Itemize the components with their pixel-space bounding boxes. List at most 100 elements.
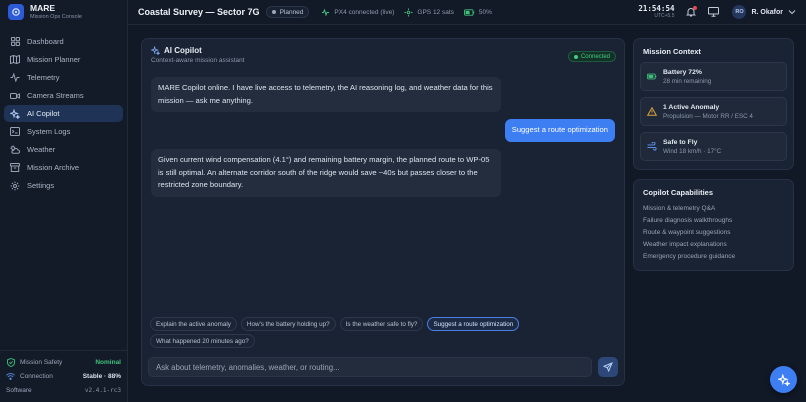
- context-item-subtitle: Propulsion — Motor RR / ESC 4: [663, 112, 753, 120]
- gps-status: GPS 12 sats: [404, 8, 454, 17]
- sidebar-item-label: Telemetry: [27, 73, 60, 82]
- mission-safety-row: Mission Safety Nominal: [6, 355, 121, 369]
- warning-icon: [647, 107, 657, 117]
- sidebar-footer: Mission Safety Nominal Connection Stable…: [0, 350, 127, 402]
- notifications-button[interactable]: [684, 5, 698, 19]
- suggestion-chip[interactable]: What happened 20 minutes ago?: [150, 334, 255, 348]
- capability-item: Mission & telemetry Q&A: [643, 205, 716, 212]
- terminal-icon: [10, 127, 20, 137]
- main-area: Coastal Survey — Sector 7G Planned PX4 c…: [128, 0, 806, 402]
- sidebar-nav: Dashboard Mission Planner Telemetry Came…: [0, 33, 127, 195]
- chat-subtitle: Context-aware mission assistant: [151, 57, 245, 64]
- chat-header: AI Copilot Context-aware mission assista…: [151, 46, 245, 64]
- connection-status-text: Connected: [580, 53, 610, 60]
- sidebar-item-system-logs[interactable]: System Logs: [4, 123, 123, 140]
- clock-time: 21:54:54: [638, 3, 675, 13]
- clock: 21:54:54 UTC+5.5: [638, 3, 675, 20]
- mission-safety-label: Mission Safety: [20, 358, 63, 366]
- send-button[interactable]: [598, 357, 618, 377]
- sidebar-item-label: System Logs: [27, 127, 71, 136]
- sidebar-item-label: Camera Streams: [27, 91, 84, 100]
- chat-input[interactable]: [148, 357, 592, 377]
- status-dot: [271, 10, 276, 14]
- suggestion-chip-selected[interactable]: Suggest a route optimization: [427, 317, 520, 331]
- context-item-anomaly[interactable]: 1 Active Anomaly Propulsion — Motor RR /…: [640, 97, 787, 126]
- px4-status: PX4 connected (live): [321, 7, 395, 17]
- link-icon: [321, 7, 330, 17]
- pulse-icon: [10, 73, 20, 83]
- suggestion-chips-row-2: What happened 20 minutes ago?: [150, 334, 259, 348]
- notification-dot: [693, 6, 698, 10]
- connection-row: Connection Stable · 88%: [6, 369, 121, 383]
- mission-context-panel: Mission Context Battery 72% 28 min remai…: [633, 38, 794, 170]
- context-item-battery[interactable]: Battery 72% 28 min remaining: [640, 62, 787, 91]
- connection-label: Connection: [20, 372, 53, 380]
- wifi-icon: [6, 372, 15, 381]
- sparkles-icon: [151, 46, 160, 55]
- send-icon: [603, 362, 613, 372]
- sparkles-icon: [777, 373, 790, 386]
- mission-title: Coastal Survey — Sector 7G: [138, 7, 260, 17]
- px4-status-text: PX4 connected (live): [334, 8, 395, 16]
- app-root: MARE Mission Ops Console Dashboard Missi…: [0, 0, 806, 402]
- sidebar-item-ai-copilot[interactable]: AI Copilot: [4, 105, 123, 122]
- software-version: v2.4.1-rc3: [84, 386, 121, 394]
- context-item-weather[interactable]: Safe to Fly Wind 18 km/h · 17°C: [640, 132, 787, 161]
- brand[interactable]: MARE Mission Ops Console: [0, 0, 127, 24]
- brand-title: MARE: [30, 3, 56, 13]
- copilot-capabilities-panel: Copilot Capabilities Mission & telemetry…: [633, 179, 794, 271]
- user-message: Suggest a route optimization: [504, 119, 615, 142]
- suggestion-chip[interactable]: Explain the active anomaly: [150, 317, 237, 331]
- sidebar-item-camera-streams[interactable]: Camera Streams: [4, 87, 123, 104]
- battery-icon: [463, 8, 475, 16]
- assistant-message: Given current wind compensation (4.1°) a…: [151, 149, 501, 197]
- chat-input-row: [148, 357, 618, 379]
- sidebar-item-label: Settings: [27, 181, 55, 190]
- user-menu[interactable]: RO R. Okafor: [732, 5, 796, 19]
- content-area: AI Copilot Context-aware mission assista…: [128, 25, 806, 402]
- suggestion-chip[interactable]: Is the weather safe to fly?: [339, 317, 424, 331]
- capabilities-title: Copilot Capabilities: [643, 188, 714, 197]
- monitor-icon: [707, 7, 719, 17]
- camera-icon: [10, 91, 20, 101]
- brand-subtitle: Mission Ops Console: [30, 14, 82, 20]
- chevron-down-icon: [788, 9, 796, 15]
- suggestion-chips: Explain the active anomaly How's the bat…: [150, 317, 523, 331]
- sidebar-item-weather[interactable]: Weather: [4, 141, 123, 158]
- mission-status-text: Planned: [279, 8, 304, 16]
- sidebar-item-mission-planner[interactable]: Mission Planner: [4, 51, 123, 68]
- copilot-chat-panel: AI Copilot Context-aware mission assista…: [141, 38, 625, 386]
- battery-status-text: 50%: [478, 8, 492, 16]
- capability-item: Route & waypoint suggestions: [643, 229, 731, 236]
- copilot-fab-button[interactable]: [770, 366, 797, 393]
- clock-timezone: UTC+5.5: [654, 12, 675, 19]
- sidebar: MARE Mission Ops Console Dashboard Missi…: [0, 0, 128, 402]
- display-button[interactable]: [706, 5, 720, 19]
- dashboard-icon: [10, 37, 20, 47]
- mission-safety-value: Nominal: [95, 358, 121, 366]
- gps-status-text: GPS 12 sats: [417, 8, 454, 16]
- sidebar-item-label: Mission Planner: [27, 55, 81, 64]
- sidebar-item-mission-archive[interactable]: Mission Archive: [4, 159, 123, 176]
- sidebar-item-telemetry[interactable]: Telemetry: [4, 69, 123, 86]
- capability-item: Failure diagnosis walkthroughs: [643, 217, 733, 224]
- sidebar-item-dashboard[interactable]: Dashboard: [4, 33, 123, 50]
- sidebar-item-label: Weather: [27, 145, 56, 154]
- suggestion-chip[interactable]: How's the battery holding up?: [240, 317, 336, 331]
- archive-icon: [10, 163, 20, 173]
- connection-value: Stable · 88%: [82, 372, 121, 380]
- avatar: RO: [732, 5, 747, 19]
- sidebar-item-label: Mission Archive: [27, 163, 80, 172]
- context-item-subtitle: Wind 18 km/h · 17°C: [663, 147, 722, 155]
- battery-status: 50%: [463, 8, 492, 16]
- software-label: Software: [6, 386, 32, 394]
- gear-icon: [10, 181, 20, 191]
- user-name: R. Okafor: [751, 8, 783, 16]
- chat-title: AI Copilot: [164, 46, 202, 55]
- sidebar-item-settings[interactable]: Settings: [4, 177, 123, 194]
- assistant-message: MARE Copilot online. I have live access …: [151, 77, 501, 112]
- mission-status-badge: Planned: [265, 6, 310, 18]
- mission-context-title: Mission Context: [643, 47, 701, 56]
- battery-icon: [647, 72, 657, 82]
- shield-check-icon: [6, 357, 15, 367]
